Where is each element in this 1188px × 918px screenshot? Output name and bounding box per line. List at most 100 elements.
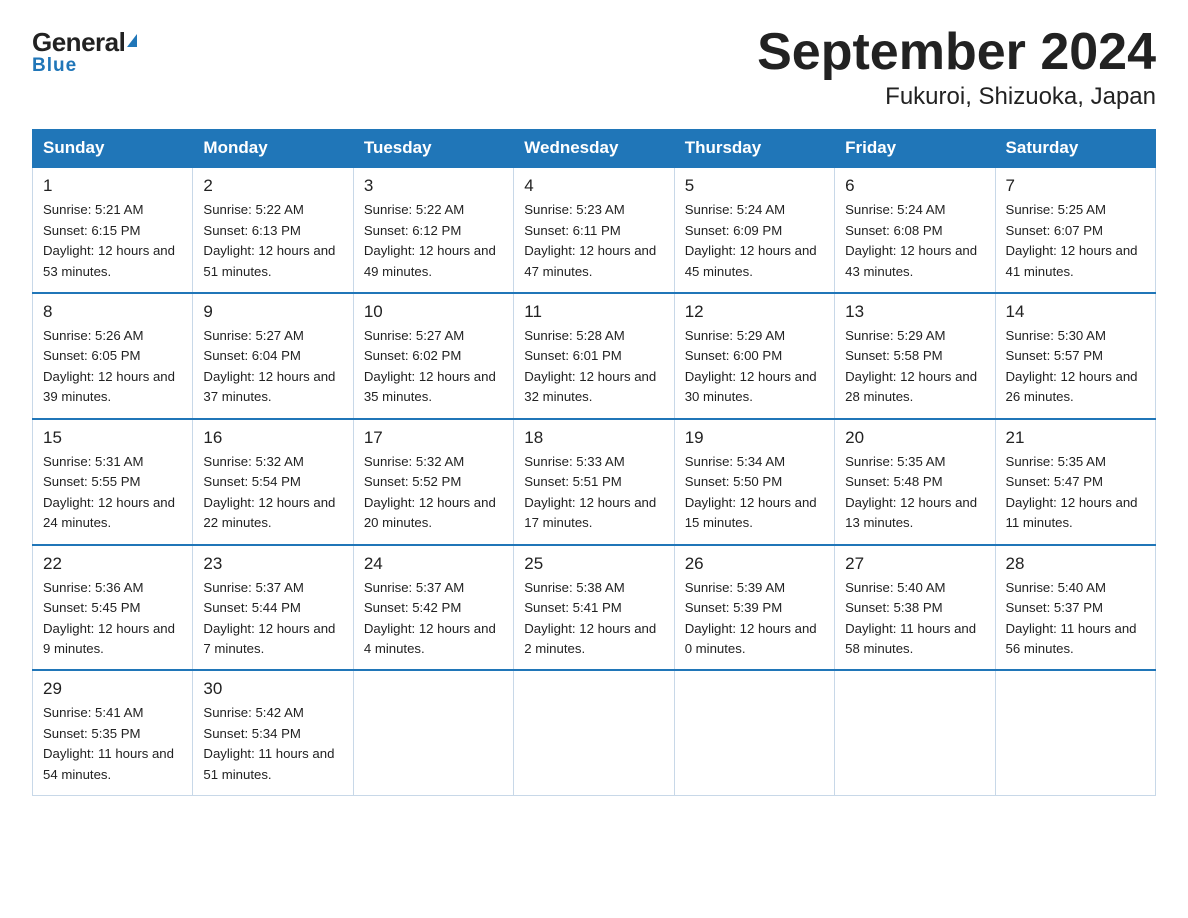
day-info: Sunrise: 5:23 AMSunset: 6:11 PMDaylight:… (524, 200, 663, 282)
day-cell-28: 28 Sunrise: 5:40 AMSunset: 5:37 PMDaylig… (995, 545, 1155, 671)
day-cell-8: 8 Sunrise: 5:26 AMSunset: 6:05 PMDayligh… (33, 293, 193, 419)
day-number: 11 (524, 302, 663, 322)
day-number: 12 (685, 302, 824, 322)
day-cell-13: 13 Sunrise: 5:29 AMSunset: 5:58 PMDaylig… (835, 293, 995, 419)
days-header-row: Sunday Monday Tuesday Wednesday Thursday… (33, 130, 1156, 168)
day-info: Sunrise: 5:22 AMSunset: 6:12 PMDaylight:… (364, 200, 503, 282)
day-info: Sunrise: 5:39 AMSunset: 5:39 PMDaylight:… (685, 578, 824, 660)
day-cell-empty (514, 670, 674, 795)
title-block: September 2024 Fukuroi, Shizuoka, Japan (757, 24, 1156, 111)
day-info: Sunrise: 5:42 AMSunset: 5:34 PMDaylight:… (203, 703, 342, 785)
day-info: Sunrise: 5:38 AMSunset: 5:41 PMDaylight:… (524, 578, 663, 660)
day-cell-29: 29 Sunrise: 5:41 AMSunset: 5:35 PMDaylig… (33, 670, 193, 795)
week-row-5: 29 Sunrise: 5:41 AMSunset: 5:35 PMDaylig… (33, 670, 1156, 795)
header: General Blue September 2024 Fukuroi, Shi… (32, 24, 1156, 111)
day-info: Sunrise: 5:26 AMSunset: 6:05 PMDaylight:… (43, 326, 182, 408)
day-number: 25 (524, 554, 663, 574)
day-cell-21: 21 Sunrise: 5:35 AMSunset: 5:47 PMDaylig… (995, 419, 1155, 545)
day-info: Sunrise: 5:34 AMSunset: 5:50 PMDaylight:… (685, 452, 824, 534)
day-info: Sunrise: 5:30 AMSunset: 5:57 PMDaylight:… (1006, 326, 1145, 408)
day-number: 6 (845, 176, 984, 196)
day-cell-1: 1 Sunrise: 5:21 AMSunset: 6:15 PMDayligh… (33, 167, 193, 293)
header-friday: Friday (835, 130, 995, 168)
week-row-4: 22 Sunrise: 5:36 AMSunset: 5:45 PMDaylig… (33, 545, 1156, 671)
day-info: Sunrise: 5:35 AMSunset: 5:47 PMDaylight:… (1006, 452, 1145, 534)
day-number: 17 (364, 428, 503, 448)
calendar-title: September 2024 (757, 24, 1156, 81)
day-cell-25: 25 Sunrise: 5:38 AMSunset: 5:41 PMDaylig… (514, 545, 674, 671)
day-info: Sunrise: 5:36 AMSunset: 5:45 PMDaylight:… (43, 578, 182, 660)
header-sunday: Sunday (33, 130, 193, 168)
day-cell-10: 10 Sunrise: 5:27 AMSunset: 6:02 PMDaylig… (353, 293, 513, 419)
header-thursday: Thursday (674, 130, 834, 168)
day-info: Sunrise: 5:24 AMSunset: 6:08 PMDaylight:… (845, 200, 984, 282)
week-row-1: 1 Sunrise: 5:21 AMSunset: 6:15 PMDayligh… (33, 167, 1156, 293)
day-cell-27: 27 Sunrise: 5:40 AMSunset: 5:38 PMDaylig… (835, 545, 995, 671)
day-number: 16 (203, 428, 342, 448)
day-number: 13 (845, 302, 984, 322)
header-monday: Monday (193, 130, 353, 168)
day-number: 27 (845, 554, 984, 574)
day-number: 3 (364, 176, 503, 196)
day-number: 1 (43, 176, 182, 196)
day-info: Sunrise: 5:21 AMSunset: 6:15 PMDaylight:… (43, 200, 182, 282)
calendar-subtitle: Fukuroi, Shizuoka, Japan (757, 83, 1156, 111)
day-cell-26: 26 Sunrise: 5:39 AMSunset: 5:39 PMDaylig… (674, 545, 834, 671)
header-wednesday: Wednesday (514, 130, 674, 168)
day-cell-6: 6 Sunrise: 5:24 AMSunset: 6:08 PMDayligh… (835, 167, 995, 293)
day-info: Sunrise: 5:22 AMSunset: 6:13 PMDaylight:… (203, 200, 342, 282)
day-info: Sunrise: 5:37 AMSunset: 5:42 PMDaylight:… (364, 578, 503, 660)
day-info: Sunrise: 5:25 AMSunset: 6:07 PMDaylight:… (1006, 200, 1145, 282)
day-number: 15 (43, 428, 182, 448)
day-cell-empty (995, 670, 1155, 795)
day-cell-23: 23 Sunrise: 5:37 AMSunset: 5:44 PMDaylig… (193, 545, 353, 671)
page: General Blue September 2024 Fukuroi, Shi… (0, 0, 1188, 820)
day-cell-empty (674, 670, 834, 795)
day-cell-12: 12 Sunrise: 5:29 AMSunset: 6:00 PMDaylig… (674, 293, 834, 419)
day-cell-19: 19 Sunrise: 5:34 AMSunset: 5:50 PMDaylig… (674, 419, 834, 545)
day-number: 26 (685, 554, 824, 574)
day-info: Sunrise: 5:24 AMSunset: 6:09 PMDaylight:… (685, 200, 824, 282)
day-number: 29 (43, 679, 182, 699)
day-cell-4: 4 Sunrise: 5:23 AMSunset: 6:11 PMDayligh… (514, 167, 674, 293)
day-info: Sunrise: 5:27 AMSunset: 6:04 PMDaylight:… (203, 326, 342, 408)
week-row-2: 8 Sunrise: 5:26 AMSunset: 6:05 PMDayligh… (33, 293, 1156, 419)
day-info: Sunrise: 5:28 AMSunset: 6:01 PMDaylight:… (524, 326, 663, 408)
day-cell-empty (835, 670, 995, 795)
day-number: 4 (524, 176, 663, 196)
day-number: 7 (1006, 176, 1145, 196)
day-cell-18: 18 Sunrise: 5:33 AMSunset: 5:51 PMDaylig… (514, 419, 674, 545)
day-number: 14 (1006, 302, 1145, 322)
day-info: Sunrise: 5:41 AMSunset: 5:35 PMDaylight:… (43, 703, 182, 785)
day-number: 19 (685, 428, 824, 448)
day-number: 22 (43, 554, 182, 574)
day-info: Sunrise: 5:37 AMSunset: 5:44 PMDaylight:… (203, 578, 342, 660)
day-number: 23 (203, 554, 342, 574)
day-cell-7: 7 Sunrise: 5:25 AMSunset: 6:07 PMDayligh… (995, 167, 1155, 293)
day-number: 5 (685, 176, 824, 196)
day-number: 10 (364, 302, 503, 322)
header-saturday: Saturday (995, 130, 1155, 168)
day-info: Sunrise: 5:32 AMSunset: 5:52 PMDaylight:… (364, 452, 503, 534)
day-number: 9 (203, 302, 342, 322)
logo: General Blue (32, 28, 137, 77)
day-number: 2 (203, 176, 342, 196)
day-number: 21 (1006, 428, 1145, 448)
day-info: Sunrise: 5:40 AMSunset: 5:37 PMDaylight:… (1006, 578, 1145, 660)
calendar-table: Sunday Monday Tuesday Wednesday Thursday… (32, 129, 1156, 796)
day-number: 24 (364, 554, 503, 574)
day-info: Sunrise: 5:32 AMSunset: 5:54 PMDaylight:… (203, 452, 342, 534)
day-cell-16: 16 Sunrise: 5:32 AMSunset: 5:54 PMDaylig… (193, 419, 353, 545)
day-cell-5: 5 Sunrise: 5:24 AMSunset: 6:09 PMDayligh… (674, 167, 834, 293)
calendar-header: Sunday Monday Tuesday Wednesday Thursday… (33, 130, 1156, 168)
day-cell-9: 9 Sunrise: 5:27 AMSunset: 6:04 PMDayligh… (193, 293, 353, 419)
day-cell-17: 17 Sunrise: 5:32 AMSunset: 5:52 PMDaylig… (353, 419, 513, 545)
day-number: 30 (203, 679, 342, 699)
logo-blue: Blue (32, 55, 77, 77)
day-cell-3: 3 Sunrise: 5:22 AMSunset: 6:12 PMDayligh… (353, 167, 513, 293)
day-info: Sunrise: 5:29 AMSunset: 5:58 PMDaylight:… (845, 326, 984, 408)
day-info: Sunrise: 5:35 AMSunset: 5:48 PMDaylight:… (845, 452, 984, 534)
day-cell-15: 15 Sunrise: 5:31 AMSunset: 5:55 PMDaylig… (33, 419, 193, 545)
day-info: Sunrise: 5:27 AMSunset: 6:02 PMDaylight:… (364, 326, 503, 408)
day-cell-14: 14 Sunrise: 5:30 AMSunset: 5:57 PMDaylig… (995, 293, 1155, 419)
